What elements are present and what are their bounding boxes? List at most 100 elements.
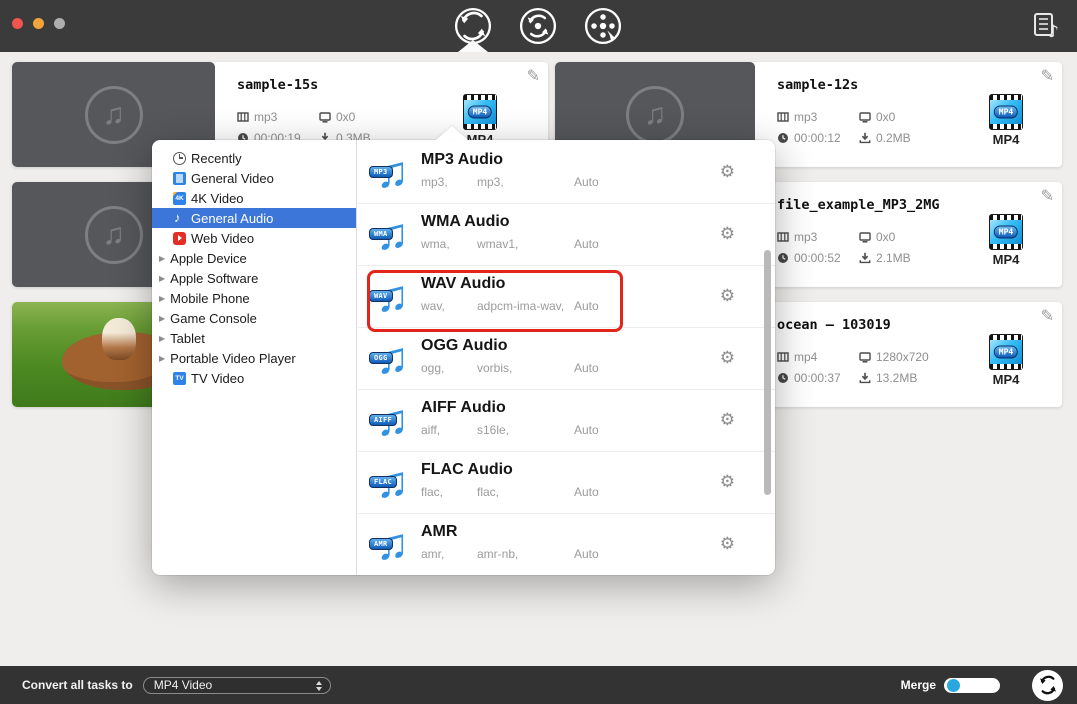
convert-all-button[interactable] — [1032, 670, 1063, 701]
output-format-selector[interactable]: MP4 MP4 — [986, 94, 1026, 147]
format-row[interactable]: ♫ OGG OGG Audio ogg,vorbis,Auto ⚙ — [358, 328, 775, 390]
format-settings-gear-icon[interactable]: ⚙ — [720, 411, 735, 428]
download-icon — [859, 132, 871, 144]
monitor-icon — [859, 111, 871, 123]
format-category-item[interactable]: Mobile Phone — [152, 288, 356, 308]
bottom-bar: Convert all tasks to MP4 Video Merge — [0, 666, 1077, 704]
format-row[interactable]: ♫ AIFF AIFF Audio aiff,s16le,Auto ⚙ — [358, 390, 775, 452]
output-format-label: MP4 — [986, 132, 1026, 147]
media-library-icon[interactable]: ♪ — [1031, 11, 1063, 41]
category-label: Game Console — [170, 311, 257, 326]
format-settings-gear-icon[interactable]: ⚙ — [720, 349, 735, 366]
output-format-dropdown[interactable]: MP4 Video — [143, 677, 331, 694]
format-category-item[interactable]: Web Video — [152, 228, 356, 248]
format-settings-gear-icon[interactable]: ⚙ — [720, 163, 735, 180]
format-meta: mp3 — [237, 106, 319, 127]
format-details: ogg,vorbis,Auto — [421, 361, 599, 375]
format-category-item[interactable]: 4K Video — [152, 188, 356, 208]
format-category-item[interactable]: General Video — [152, 168, 356, 188]
film-icon — [237, 111, 249, 123]
category-label: Mobile Phone — [170, 291, 250, 306]
format-category-item[interactable]: Tablet — [152, 328, 356, 348]
film-icon — [777, 231, 789, 243]
duration-meta: 00:00:12 — [777, 127, 859, 148]
resolution-meta: 0x0 — [859, 226, 911, 247]
format-settings-gear-icon[interactable]: ⚙ — [720, 287, 735, 304]
format-category-item[interactable]: Apple Software — [152, 268, 356, 288]
clock-icon — [777, 132, 789, 144]
clock-icon — [777, 372, 789, 384]
minimize-window-button[interactable] — [33, 18, 44, 29]
mp4-file-icon: MP4 — [463, 94, 497, 130]
format-title: MP3 Audio — [421, 151, 503, 169]
format-row[interactable]: ♫ FLAC FLAC Audio flac,flac,Auto ⚙ — [358, 452, 775, 514]
format-settings-gear-icon[interactable]: ⚙ — [720, 473, 735, 490]
format-title: WMA Audio — [421, 213, 510, 231]
mp4-file-icon: MP4 — [989, 334, 1023, 370]
format-title: OGG Audio — [421, 337, 508, 355]
format-list: ♫ MP3 MP3 Audio mp3,mp3,Auto ⚙ ♫ WMA WMA… — [358, 140, 775, 575]
audio-format-icon: ♫ WAV — [374, 274, 416, 320]
format-category-item[interactable]: Game Console — [152, 308, 356, 328]
format-category-item[interactable]: Apple Device — [152, 248, 356, 268]
monitor-icon — [859, 231, 871, 243]
audio-format-icon: ♫ AIFF — [374, 398, 416, 444]
category-label: Apple Device — [170, 251, 247, 266]
task-list-area: ♫ sample-15s mp3 — [0, 52, 1077, 666]
format-meta: mp4 — [777, 346, 859, 367]
ripper-tab-icon[interactable] — [519, 7, 557, 45]
media-title: ocean – 103019 — [777, 317, 891, 333]
output-format-selector[interactable]: MP4 MP4 — [986, 214, 1026, 267]
format-meta: mp3 — [777, 226, 859, 247]
title-bar: ♪ — [0, 0, 1077, 52]
edit-pencil-icon[interactable]: ✎ — [1041, 306, 1054, 326]
format-category-list: Recently General Video 4K Video General … — [152, 140, 357, 575]
format-row[interactable]: ♫ WAV WAV Audio wav,adpcm-ima-wav,Auto ⚙ — [358, 266, 775, 328]
close-window-button[interactable] — [12, 18, 23, 29]
format-details: wav,adpcm-ima-wav,Auto — [421, 299, 599, 313]
format-category-item[interactable]: Recently — [152, 148, 356, 168]
format-details: amr,amr-nb,Auto — [421, 547, 599, 561]
format-settings-gear-icon[interactable]: ⚙ — [720, 225, 735, 242]
media-title: sample-15s — [237, 77, 318, 93]
popover-arrow — [436, 126, 468, 140]
edit-pencil-icon[interactable]: ✎ — [527, 66, 540, 86]
audio-format-icon: ♫ MP3 — [374, 150, 416, 196]
audio-format-icon: ♫ FLAC — [374, 460, 416, 506]
format-row[interactable]: ♫ MP3 MP3 Audio mp3,mp3,Auto ⚙ — [358, 142, 775, 204]
format-settings-gear-icon[interactable]: ⚙ — [720, 535, 735, 552]
output-format-selector[interactable]: MP4 MP4 — [986, 334, 1026, 387]
category-label: General Audio — [191, 211, 273, 226]
convert-all-label: Convert all tasks to — [22, 678, 133, 692]
format-row[interactable]: ♫ AMR AMR amr,amr-nb,Auto ⚙ — [358, 514, 775, 575]
edit-pencil-icon[interactable]: ✎ — [1041, 186, 1054, 206]
category-icon — [173, 152, 186, 165]
format-category-item[interactable]: General Audio — [152, 208, 356, 228]
merge-toggle[interactable] — [944, 678, 1000, 693]
category-icon — [173, 172, 186, 185]
active-tab-indicator — [458, 40, 488, 52]
format-details: flac,flac,Auto — [421, 485, 599, 499]
format-row[interactable]: ♫ WMA WMA Audio wma,wmav1,Auto ⚙ — [358, 204, 775, 266]
monitor-icon — [859, 351, 871, 363]
zoom-window-button[interactable] — [54, 18, 65, 29]
mp4-file-icon: MP4 — [989, 94, 1023, 130]
music-note-icon: ♫ — [85, 86, 143, 144]
music-note-icon: ♫ — [626, 86, 684, 144]
download-icon — [859, 252, 871, 264]
category-label: Apple Software — [170, 271, 258, 286]
edit-pencil-icon[interactable]: ✎ — [1041, 66, 1054, 86]
format-title: AMR — [421, 523, 457, 541]
stepper-arrows-icon — [316, 681, 322, 691]
format-category-item[interactable]: TV Video — [152, 368, 356, 388]
clock-icon — [777, 252, 789, 264]
format-list-scrollbar[interactable] — [764, 250, 771, 495]
format-meta: mp3 — [777, 106, 859, 127]
output-format-popover: Recently General Video 4K Video General … — [152, 140, 775, 575]
merge-label: Merge — [901, 678, 936, 692]
audio-format-icon: ♫ AMR — [374, 522, 416, 568]
format-title: WAV Audio — [421, 275, 505, 293]
format-title: FLAC Audio — [421, 461, 513, 479]
format-category-item[interactable]: Portable Video Player — [152, 348, 356, 368]
editor-tab-icon[interactable] — [584, 7, 622, 45]
